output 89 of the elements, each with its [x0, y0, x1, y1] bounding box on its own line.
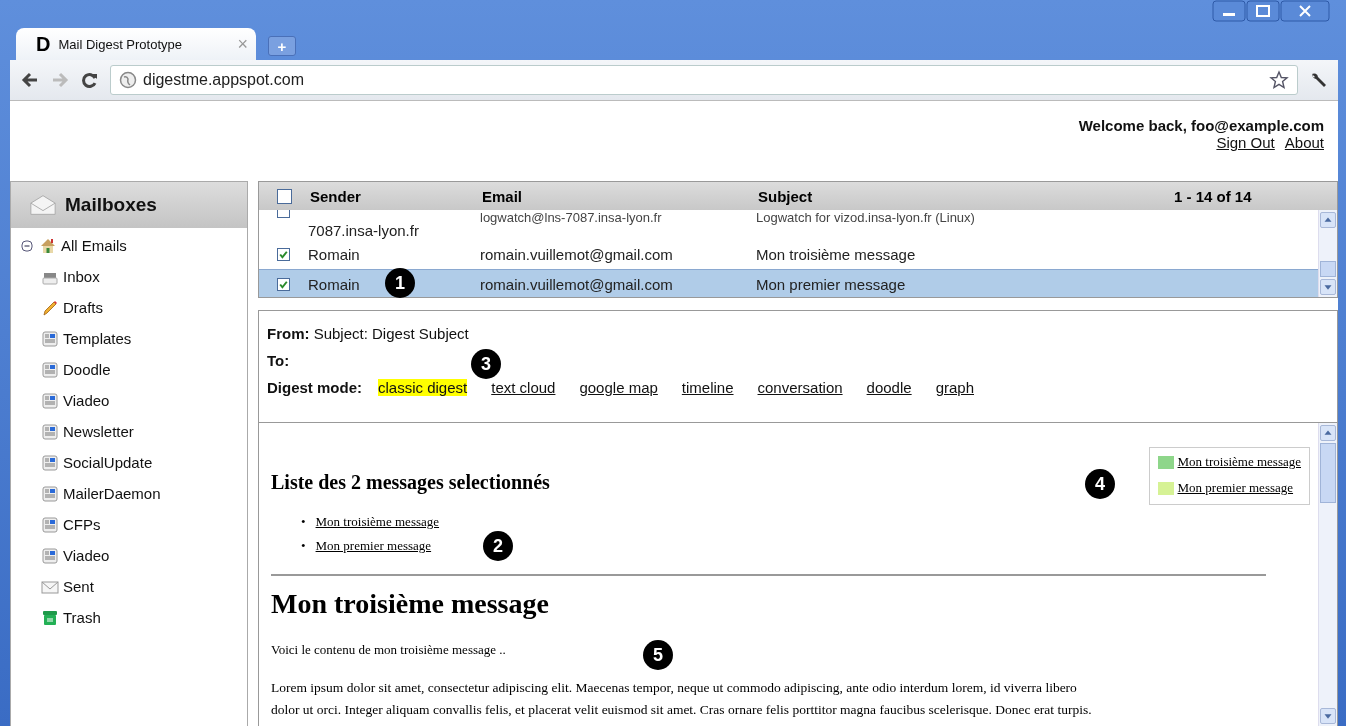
mailbox-item[interactable]: Trash — [63, 609, 101, 626]
email-text: romain.vuillemot@gmail.com — [480, 275, 673, 293]
address-bar[interactable]: digestme.appspot.com — [110, 65, 1298, 95]
bullet: • — [301, 538, 306, 554]
header-link[interactable]: About — [1284, 134, 1324, 151]
envelope-icon — [29, 193, 57, 217]
select-all-checkbox[interactable] — [277, 188, 292, 204]
close-icon[interactable] — [1280, 0, 1330, 22]
scroll-up-icon[interactable] — [1320, 212, 1336, 228]
scroll-thumb[interactable] — [1320, 443, 1336, 503]
column-header[interactable]: Email — [482, 187, 523, 205]
mailbox-item[interactable]: Newsletter — [63, 423, 134, 440]
digest-mode-link[interactable]: conversation — [757, 379, 843, 396]
back-icon[interactable] — [20, 70, 40, 90]
document-icon — [41, 546, 59, 565]
browser-tab[interactable]: D Mail Digest Prototype × — [16, 28, 256, 60]
mailbox-item[interactable]: CFPs — [63, 516, 101, 533]
message-body-line: dolor ut orci. Integer aliquam convallis felis, et placerat velit euismod sit amet. Cras ornare felis porttitor magna faucibus scelerisque. Donec erat turpis. — [271, 702, 1093, 719]
to-label: To: — [267, 352, 290, 369]
sender-text: 7087.insa-lyon.fr — [308, 222, 419, 239]
mailbox-item[interactable]: All Emails — [61, 237, 127, 254]
maximize-icon[interactable] — [1246, 0, 1280, 22]
mailbox-item[interactable]: MailerDaemon — [63, 485, 161, 502]
mailbox-item[interactable]: Doodle — [63, 361, 111, 378]
scroll-thumb[interactable] — [1320, 261, 1336, 277]
column-header[interactable]: Sender — [310, 187, 361, 205]
message-link[interactable]: Mon premier message — [315, 538, 432, 554]
mailbox-item[interactable]: Inbox — [63, 268, 100, 285]
pencil-icon — [41, 298, 59, 317]
legend-link[interactable]: Mon troisième message — [1177, 454, 1301, 470]
tab-title: Mail Digest Prototype — [58, 36, 183, 52]
document-icon — [41, 329, 59, 348]
star-icon[interactable] — [1269, 70, 1289, 90]
house-icon — [39, 236, 57, 255]
trash-icon — [41, 608, 59, 627]
sender-text: Romain — [308, 246, 360, 263]
digest-mode-link[interactable]: doodle — [866, 379, 912, 396]
mailbox-item[interactable]: Drafts — [63, 299, 103, 316]
subject-text: Mon troisième message — [756, 246, 916, 263]
mailbox-item[interactable]: Viadeo — [63, 392, 110, 409]
message-row[interactable]: 7087.insa-lyon.fr logwatch@lns-7087.insa-lyon.fr Logwatch for vizod.insa-lyon.fr (Linux) — [259, 210, 1318, 240]
favicon: D — [36, 32, 51, 56]
message-body-line: Lorem ipsum dolor sit amet, consectetur adipiscing elit. Maecenas tempor, neque ut commodo adipiscing, ante odio interdum lorem, id viverra libero — [271, 680, 1078, 697]
sender-text: Romain — [308, 275, 360, 293]
digest-mode-link[interactable]: timeline — [681, 379, 734, 396]
column-header[interactable]: Subject — [758, 187, 813, 205]
message-intro: Voici le contenu de mon troisième message .. — [271, 642, 506, 658]
collapse-icon[interactable] — [21, 239, 33, 252]
scrollbar[interactable] — [1318, 210, 1337, 297]
bullet: • — [301, 514, 306, 530]
scroll-down-icon[interactable] — [1320, 708, 1336, 724]
scroll-down-icon[interactable] — [1320, 279, 1336, 295]
message-link[interactable]: Mon troisième message — [315, 514, 440, 530]
digest-heading: Liste des 2 messages selectionnés — [271, 471, 550, 494]
minimize-icon[interactable] — [1212, 0, 1246, 22]
document-icon — [41, 422, 59, 441]
legend-link[interactable]: Mon premier message — [1177, 480, 1294, 496]
document-icon — [41, 515, 59, 534]
email-text: romain.vuillemot@gmail.com — [480, 246, 673, 263]
mailbox-item[interactable]: SocialUpdate — [63, 454, 153, 471]
document-icon — [41, 391, 59, 410]
subject-text: Mon premier message — [756, 275, 906, 293]
digest-mode-link[interactable]: google map — [579, 379, 658, 396]
scroll-up-icon[interactable] — [1320, 425, 1336, 441]
message-title: Mon troisième message — [271, 588, 550, 620]
document-icon — [41, 453, 59, 472]
digest-mode-link[interactable]: classic digest — [378, 379, 468, 396]
sidebar-title: Mailboxes — [65, 194, 157, 216]
page-range: 1 - 14 of 14 — [1174, 187, 1252, 205]
digest-mode-link[interactable]: text cloud — [491, 379, 556, 396]
row-checkbox[interactable] — [277, 248, 290, 261]
globe-icon — [119, 71, 137, 89]
reload-icon[interactable] — [80, 70, 100, 90]
mailbox-item[interactable]: Viadeo — [63, 547, 110, 564]
document-icon — [41, 360, 59, 379]
document-icon — [41, 484, 59, 503]
welcome-text: Welcome back, foo@example.com — [1078, 117, 1324, 134]
digest-mode-label: Digest mode: — [267, 379, 362, 396]
message-row[interactable]: Romain romain.vuillemot@gmail.com Mon troisième message — [259, 240, 1318, 269]
email-text: logwatch@lns-7087.insa-lyon.fr — [480, 210, 662, 225]
digest-mode-link[interactable]: graph — [935, 379, 974, 396]
row-checkbox[interactable] — [277, 277, 290, 291]
scrollbar[interactable] — [1318, 423, 1337, 726]
url-text: digestme.appspot.com — [143, 71, 305, 89]
mailbox-item[interactable]: Sent — [63, 578, 94, 595]
mailbox-item[interactable]: Templates — [63, 330, 132, 347]
header-link[interactable]: Sign Out — [1216, 134, 1275, 151]
from-line: From: Subject: Digest Subject — [267, 325, 470, 344]
subject-text: Logwatch for vizod.insa-lyon.fr (Linux) — [756, 210, 975, 225]
